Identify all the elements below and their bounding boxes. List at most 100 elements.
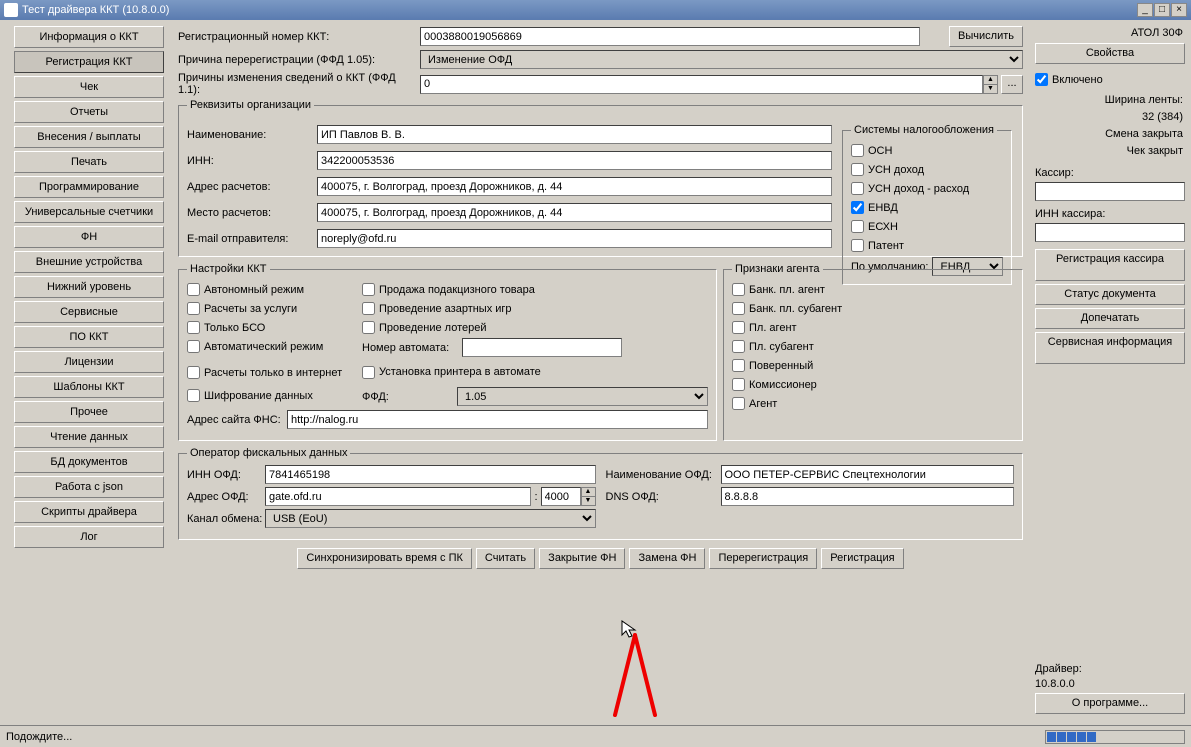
left-nav: Информация о ККТ Регистрация ККТ Чек Отчеты… [0, 20, 170, 720]
nav-бд-документов[interactable]: БД документов [14, 451, 164, 473]
kkt-checkbox[interactable]: Автономный режим [187, 281, 362, 298]
nav-по-ккт[interactable]: ПО ККТ [14, 326, 164, 348]
change-reason-input[interactable] [420, 75, 983, 94]
change-reason-more-button[interactable]: ... [1001, 75, 1023, 94]
ofd-addr-input[interactable] [265, 487, 531, 506]
ffd-select[interactable]: 1.05 [457, 387, 708, 406]
automat-number-input[interactable] [462, 338, 622, 357]
kkt-checkbox[interactable]: Расчеты за услуги [187, 300, 362, 317]
org-inn-input[interactable] [317, 151, 832, 170]
ofd-name-input[interactable] [721, 465, 1015, 484]
tax-checkbox[interactable]: ЕСХН [851, 218, 1003, 235]
footer-регистрация-button[interactable]: Регистрация [821, 548, 903, 569]
nav-прочее[interactable]: Прочее [14, 401, 164, 423]
change-reason-label: Причины изменения сведений о ККТ (ФФД 1.… [178, 72, 420, 96]
window-title: Тест драйвера ККТ (10.8.0.0) [22, 4, 169, 16]
about-button[interactable]: О программе... [1035, 693, 1185, 714]
tape-width-label: Ширина ленты: [1035, 93, 1185, 107]
agent-checkbox[interactable]: Агент [732, 395, 1014, 412]
agent-checkbox[interactable]: Пл. агент [732, 319, 1014, 336]
nav-лицензии[interactable]: Лицензии [14, 351, 164, 373]
register-cashier-button[interactable]: Регистрация кассира [1035, 249, 1185, 281]
kkt-legend: Настройки ККТ [187, 263, 270, 275]
doc-status-button[interactable]: Статус документа [1035, 284, 1185, 305]
nav-нижний-уровень[interactable]: Нижний уровень [14, 276, 164, 298]
nav-универсальные-счетчики[interactable]: Универсальные счетчики [14, 201, 164, 223]
minimize-button[interactable]: _ [1137, 3, 1153, 17]
tax-checkbox[interactable]: Патент [851, 237, 1003, 254]
org-email-input[interactable] [317, 229, 832, 248]
rereg-reason-select[interactable]: Изменение ОФД [420, 50, 1023, 69]
nav-регистрация-ккт[interactable]: Регистрация ККТ [14, 51, 164, 73]
tape-width-value: 32 (384) [1035, 110, 1185, 124]
agent-checkbox[interactable]: Пл. субагент [732, 338, 1014, 355]
ofd-channel-select[interactable]: USB (EoU) [265, 509, 596, 528]
kkt-checkbox[interactable]: Проведение лотерей [362, 319, 622, 336]
footer-замена-фн-button[interactable]: Замена ФН [629, 548, 705, 569]
nav-чек[interactable]: Чек [14, 76, 164, 98]
reprint-button[interactable]: Допечатать [1035, 308, 1185, 329]
nav-программирование[interactable]: Программирование [14, 176, 164, 198]
footer-закрытие-фн-button[interactable]: Закрытие ФН [539, 548, 625, 569]
tax-legend: Системы налогообложения [851, 124, 997, 136]
tax-checkbox[interactable]: УСН доход [851, 161, 1003, 178]
status-text: Подождите... [6, 731, 72, 743]
agent-checkbox[interactable]: Банк. пл. субагент [732, 300, 1014, 317]
agent-checkbox[interactable]: Банк. пл. агент [732, 281, 1014, 298]
nav-фн[interactable]: ФН [14, 226, 164, 248]
nav-отчеты[interactable]: Отчеты [14, 101, 164, 123]
nav-работа-с-json[interactable]: Работа с json [14, 476, 164, 498]
fns-url-input[interactable] [287, 410, 708, 429]
ofd-inn-input[interactable] [265, 465, 596, 484]
cashier-inn-input[interactable] [1035, 223, 1185, 242]
org-addr-input[interactable] [317, 177, 832, 196]
nav-лог[interactable]: Лог [14, 526, 164, 548]
ofd-legend: Оператор фискальных данных [187, 447, 350, 459]
org-name-input[interactable] [317, 125, 832, 144]
org-place-input[interactable] [317, 203, 832, 222]
nav-внесения-выплаты[interactable]: Внесения / выплаты [14, 126, 164, 148]
ofd-port-input[interactable] [541, 487, 581, 506]
nav-чтение-данных[interactable]: Чтение данных [14, 426, 164, 448]
close-button[interactable]: × [1171, 3, 1187, 17]
titlebar: Тест драйвера ККТ (10.8.0.0) _□× [0, 0, 1191, 20]
cashier-input[interactable] [1035, 182, 1185, 201]
maximize-button[interactable]: □ [1154, 3, 1170, 17]
kkt-checkbox[interactable]: Проведение азартных игр [362, 300, 622, 317]
reg-number-input[interactable] [420, 27, 920, 46]
org-fieldset: Реквизиты организации Наименование: ИНН:… [178, 99, 1023, 257]
ofd-port-spinner[interactable]: ▲▼ [581, 487, 596, 506]
footer-синхронизировать-время-с-пк-button[interactable]: Синхронизировать время с ПК [297, 548, 472, 569]
tax-checkbox[interactable]: ОСН [851, 142, 1003, 159]
ofd-dns-input[interactable] [721, 487, 1015, 506]
kkt-checkbox[interactable]: Только БСО [187, 319, 362, 336]
check-status: Чек закрыт [1035, 144, 1185, 158]
nav-внешние-устройства[interactable]: Внешние устройства [14, 251, 164, 273]
kkt-checkbox[interactable]: Продажа подакцизного товара [362, 281, 622, 298]
service-info-button[interactable]: Сервисная информация [1035, 332, 1185, 364]
nav-сервисные[interactable]: Сервисные [14, 301, 164, 323]
agent-fieldset: Признаки агента Банк. пл. агентБанк. пл.… [723, 263, 1023, 441]
tax-fieldset: Системы налогообложения ОСН УСН доход УСН … [842, 124, 1012, 285]
nav-печать[interactable]: Печать [14, 151, 164, 173]
encryption-checkbox[interactable]: Шифрование данных [187, 387, 362, 404]
ofd-name-label: Наименование ОФД: [606, 469, 721, 481]
footer-считать-button[interactable]: Считать [476, 548, 535, 569]
tax-checkbox[interactable]: УСН доход - расход [851, 180, 1003, 197]
agent-checkbox[interactable]: Комиссионер [732, 376, 1014, 393]
progress-bar [1045, 730, 1185, 744]
agent-checkbox[interactable]: Поверенный [732, 357, 1014, 374]
internet-only-checkbox[interactable]: Расчеты только в интернет [187, 364, 362, 381]
properties-button[interactable]: Свойства [1035, 43, 1185, 64]
tax-checkbox[interactable]: ЕНВД [851, 199, 1003, 216]
right-panel: АТОЛ 30Ф Свойства Включено Ширина ленты:… [1031, 20, 1191, 720]
nav-шаблоны-ккт[interactable]: Шаблоны ККТ [14, 376, 164, 398]
change-reason-spinner[interactable]: ▲▼ [983, 75, 998, 94]
footer-перерегистрация-button[interactable]: Перерегистрация [709, 548, 817, 569]
nav-информация-о-ккт[interactable]: Информация о ККТ [14, 26, 164, 48]
kkt-checkbox[interactable]: Автоматический режим [187, 338, 362, 355]
nav-скрипты-драйвера[interactable]: Скрипты драйвера [14, 501, 164, 523]
enabled-checkbox[interactable]: Включено [1035, 71, 1185, 88]
printer-in-automat-checkbox[interactable]: Установка принтера в автомате [362, 364, 622, 381]
calculate-button[interactable]: Вычислить [949, 26, 1023, 47]
